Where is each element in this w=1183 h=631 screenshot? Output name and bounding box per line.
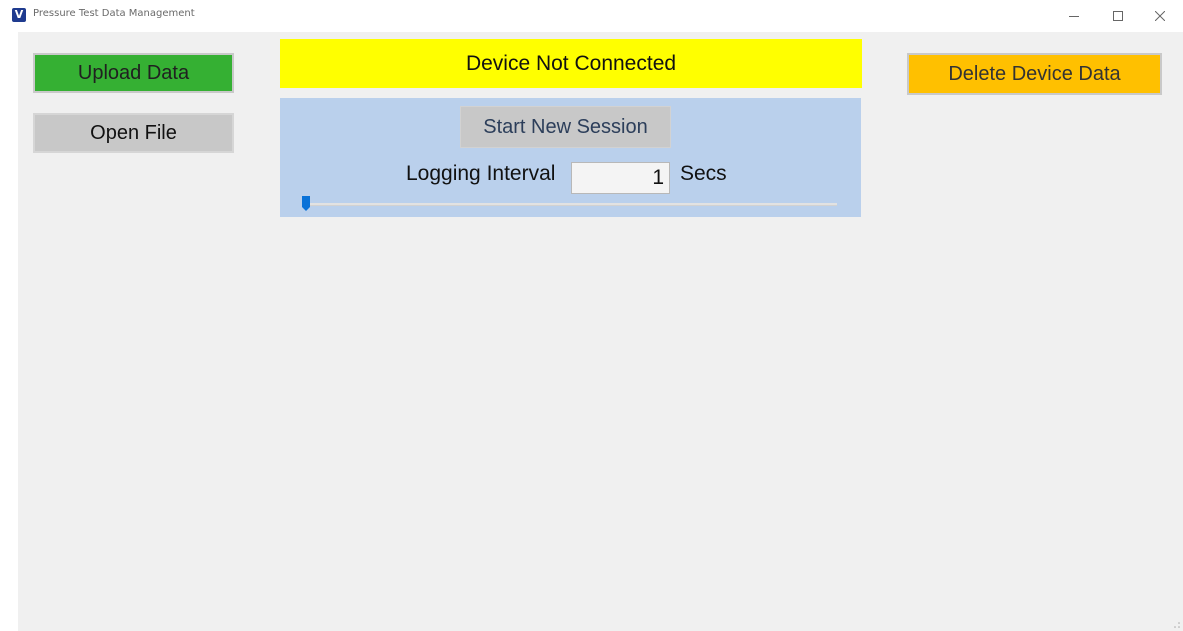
main-window: Upload Data Open File Device Not Connect… [18, 32, 1183, 631]
close-icon [1155, 11, 1165, 21]
slider-thumb[interactable] [302, 196, 310, 212]
interval-unit-label: Secs [680, 162, 727, 185]
app-logo-icon: V [12, 8, 26, 22]
open-file-button[interactable]: Open File [33, 113, 234, 153]
maximize-button[interactable] [1099, 0, 1137, 32]
connection-status-banner: Device Not Connected [280, 39, 862, 88]
delete-device-data-button[interactable]: Delete Device Data [907, 53, 1162, 95]
resize-grip-icon[interactable] [1173, 621, 1181, 629]
logging-interval-label: Logging Interval [406, 162, 556, 185]
minimize-button[interactable] [1055, 0, 1093, 32]
title-bar[interactable]: V Pressure Test Data Management [0, 0, 1183, 32]
maximize-icon [1113, 11, 1123, 21]
minimize-icon [1069, 16, 1079, 17]
session-panel: Start New Session Logging Interval Secs [280, 98, 861, 217]
upload-data-button[interactable]: Upload Data [33, 53, 234, 93]
close-button[interactable] [1141, 0, 1179, 32]
logging-interval-slider[interactable] [304, 203, 837, 206]
logging-interval-input[interactable] [571, 162, 670, 194]
window-title: Pressure Test Data Management [33, 8, 195, 19]
start-new-session-button[interactable]: Start New Session [460, 106, 671, 148]
